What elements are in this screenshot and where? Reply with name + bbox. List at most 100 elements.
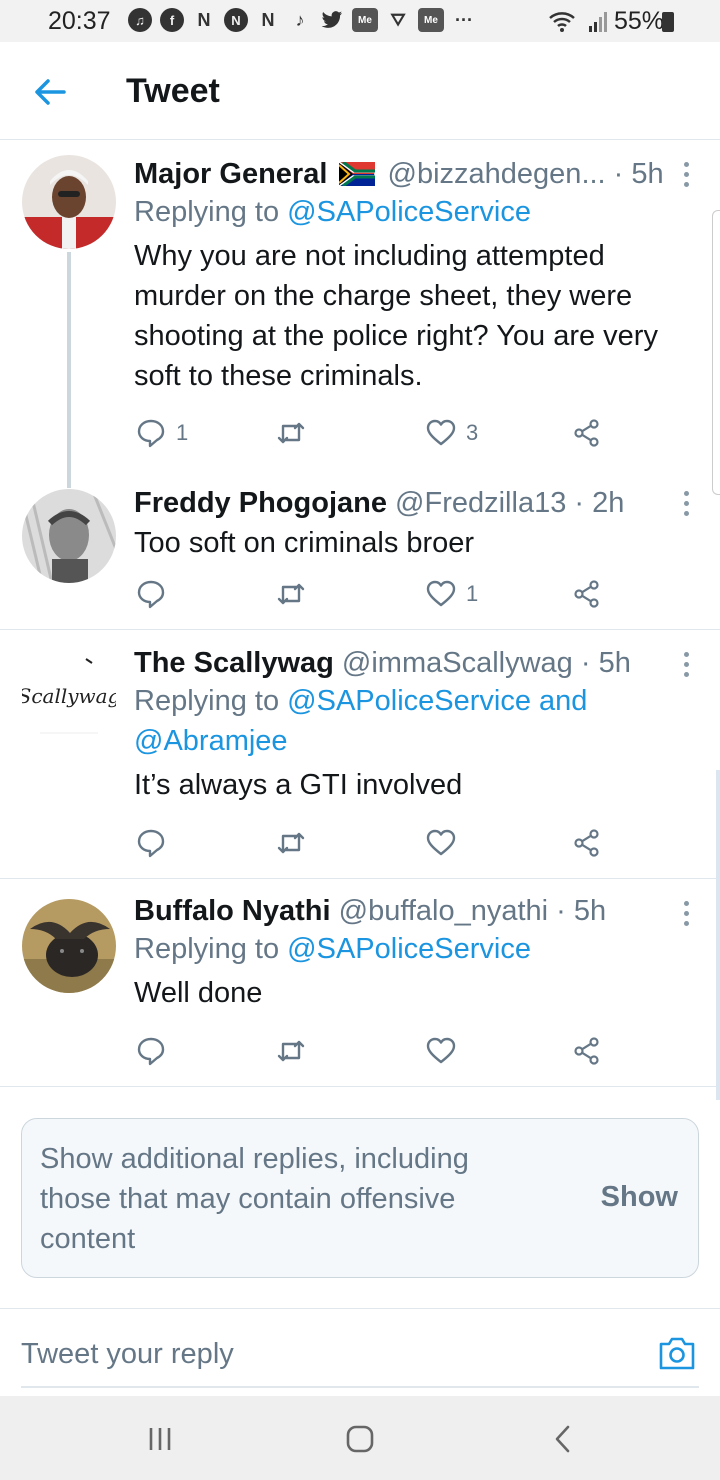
like-button[interactable] <box>426 823 456 863</box>
more-options-icon[interactable] <box>682 491 690 516</box>
heart-icon <box>426 829 456 856</box>
replying-to: Replying to @SAPoliceService <box>134 933 531 965</box>
more-options-icon[interactable] <box>682 901 690 926</box>
share-icon <box>574 419 599 447</box>
author-name[interactable]: Major General <box>134 158 327 190</box>
camera-icon[interactable] <box>658 1335 696 1371</box>
replying-to: Replying to @SAPoliceService and @Abramje… <box>134 685 588 757</box>
author-handle[interactable]: @bizzahdegen... · 5h <box>388 158 664 190</box>
tweet-content: The Scallywag @immaScallywag · 5h Replyi… <box>134 645 680 805</box>
n-icon: N <box>261 9 275 30</box>
more-options-icon[interactable] <box>682 652 690 677</box>
more-options-icon[interactable] <box>682 162 690 187</box>
reply-underline <box>21 1386 699 1388</box>
additional-replies-text: Show additional replies, including those… <box>40 1143 469 1255</box>
tweet-text: Why you are not including attempted murd… <box>134 240 658 392</box>
scroll-track <box>716 770 720 1100</box>
tweet-item[interactable]: Scallywag The Scallywag @immaScallywag ·… <box>0 630 720 878</box>
like-button[interactable]: 3 <box>426 413 478 453</box>
retweet-icon <box>277 583 305 605</box>
mention-link[interactable]: @SAPoliceService <box>287 933 531 965</box>
recent-apps-icon[interactable] <box>145 1424 175 1454</box>
retweet-button[interactable] <box>276 1031 306 1071</box>
reply-icon <box>137 829 165 858</box>
reply-input[interactable] <box>21 1329 621 1379</box>
tweet-text: Well done <box>134 977 263 1009</box>
n-circle-icon: N <box>224 8 248 32</box>
tweet-actions <box>134 823 614 863</box>
additional-replies-box: Show additional replies, including those… <box>21 1118 699 1278</box>
share-button[interactable] <box>572 823 602 863</box>
back-arrow-icon[interactable] <box>30 72 70 112</box>
author-handle[interactable]: @buffalo_nyathi · 5h <box>339 895 607 927</box>
reply-button[interactable] <box>136 574 166 614</box>
scrollbar[interactable] <box>712 210 720 495</box>
reply-button[interactable]: 1 <box>136 413 188 453</box>
author-handle[interactable]: @Fredzilla13 · 2h <box>395 487 624 519</box>
share-icon <box>574 829 599 857</box>
heart-icon <box>426 580 456 607</box>
share-button[interactable] <box>572 1031 602 1071</box>
retweet-button[interactable] <box>276 823 306 863</box>
facebook-icon: f <box>160 8 184 32</box>
retweet-button[interactable] <box>276 413 306 453</box>
avatar[interactable] <box>22 489 116 583</box>
share-icon <box>574 1037 599 1065</box>
battery-icon <box>662 12 674 32</box>
tweet-text: It’s always a GTI involved <box>134 769 463 801</box>
status-bar: 20:37 ♫ f N N N ♪ Me ⛛ Me ··· 55% <box>0 0 720 42</box>
home-icon[interactable] <box>345 1424 375 1454</box>
divider <box>0 1086 720 1087</box>
retweet-icon <box>277 1040 305 1062</box>
system-nav-bar <box>0 1396 720 1480</box>
tweet-actions: 1 3 <box>134 413 614 453</box>
mention-link[interactable]: @Abramjee <box>134 725 288 757</box>
status-time: 20:37 <box>48 7 111 35</box>
tweet-item[interactable]: Major General @bizzahdegen... · 5h Reply… <box>0 140 720 488</box>
reply-button[interactable] <box>136 823 166 863</box>
reply-icon <box>137 1037 165 1066</box>
me-icon: Me <box>352 8 378 32</box>
share-button[interactable] <box>572 574 602 614</box>
like-button[interactable] <box>426 1031 456 1071</box>
avatar[interactable]: Scallywag <box>22 643 116 737</box>
author-name[interactable]: The Scallywag <box>134 647 334 679</box>
tweet-item[interactable]: Buffalo Nyathi @buffalo_nyathi · 5h Repl… <box>0 879 720 1086</box>
heart-icon <box>426 1037 456 1064</box>
tweet-content: Major General @bizzahdegen... · 5h Reply… <box>134 156 680 396</box>
back-icon[interactable] <box>548 1424 578 1454</box>
retweet-button[interactable] <box>276 574 306 614</box>
tweet-content: Buffalo Nyathi @buffalo_nyathi · 5h Repl… <box>134 893 680 1013</box>
music-icon: ♫ <box>128 8 152 32</box>
twitter-icon <box>320 8 344 32</box>
gift-icon: ⛛ <box>390 9 406 30</box>
replying-to: Replying to @SAPoliceService <box>134 196 531 228</box>
notification-icons: ♫ f N N N ♪ Me ⛛ Me ··· <box>128 8 476 32</box>
heart-icon <box>426 419 456 446</box>
tweet-item[interactable]: Freddy Phogojane @Fredzilla13 · 2h Too s… <box>0 476 720 630</box>
avatar[interactable] <box>22 899 116 993</box>
page-title: Tweet <box>126 72 220 110</box>
retweet-icon <box>277 422 305 444</box>
author-name[interactable]: Freddy Phogojane <box>134 487 387 519</box>
tweet-content: Freddy Phogojane @Fredzilla13 · 2h Too s… <box>134 485 680 563</box>
share-icon <box>574 580 599 608</box>
mention-link[interactable]: @SAPoliceService and <box>287 685 587 717</box>
more-icon: ··· <box>455 9 473 30</box>
author-handle[interactable]: @immaScallywag · 5h <box>342 647 631 679</box>
mention-link[interactable]: @SAPoliceService <box>287 196 531 228</box>
system-status: 55% <box>548 7 664 36</box>
like-count: 1 <box>466 581 479 606</box>
like-button[interactable]: 1 <box>426 574 478 614</box>
share-button[interactable] <box>572 413 602 453</box>
avatar-logo-text: Scallywag <box>22 684 116 708</box>
south-africa-flag-icon <box>339 162 376 186</box>
avatar[interactable] <box>22 155 116 249</box>
n-icon: N <box>197 9 211 30</box>
me-icon: Me <box>418 8 444 32</box>
reply-button[interactable] <box>136 1031 166 1071</box>
reply-bar <box>0 1308 720 1396</box>
author-name[interactable]: Buffalo Nyathi <box>134 895 331 927</box>
show-button[interactable]: Show <box>601 1181 678 1214</box>
signal-icon <box>588 11 607 32</box>
